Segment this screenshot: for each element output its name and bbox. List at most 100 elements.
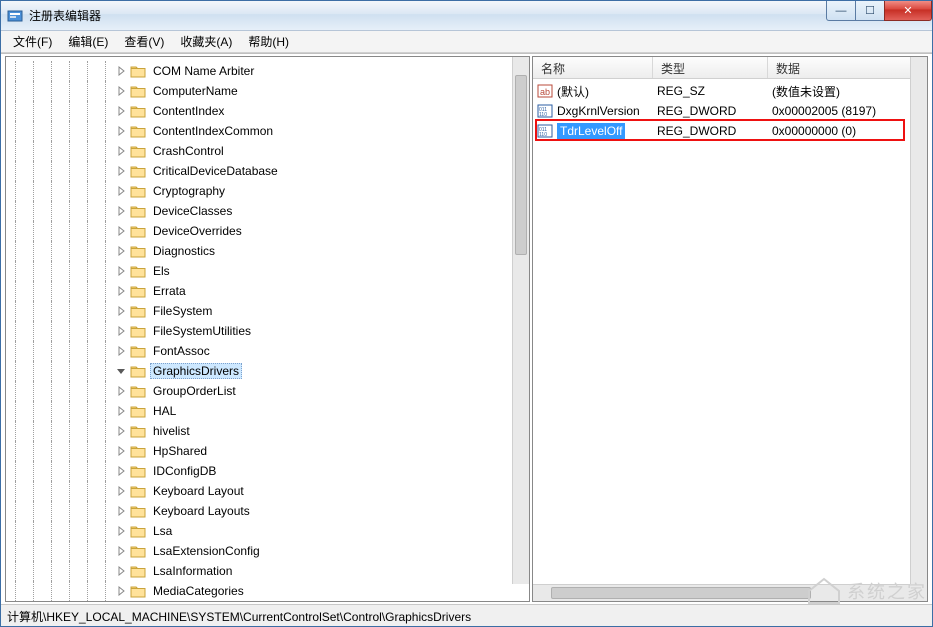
menu-file[interactable]: 文件(F) (5, 31, 60, 52)
expander-icon[interactable] (114, 184, 128, 198)
tree-node[interactable]: Keyboard Layouts (6, 501, 529, 521)
tree-node[interactable]: FileSystem (6, 301, 529, 321)
tree-node[interactable]: ComputerName (6, 81, 529, 101)
minimize-button[interactable]: — (826, 1, 856, 21)
tree-pane[interactable]: COM Name Arbiter ComputerName ContentIndex… (5, 56, 530, 602)
expander-icon[interactable] (114, 164, 128, 178)
column-header-type[interactable]: 类型 (653, 57, 768, 78)
expander-icon[interactable] (114, 504, 128, 518)
expander-icon[interactable] (114, 64, 128, 78)
value-row[interactable]: 011110DxgKrnlVersionREG_DWORD0x00002005 … (533, 101, 927, 121)
folder-icon (130, 584, 146, 598)
expander-icon[interactable] (114, 464, 128, 478)
expander-icon[interactable] (114, 384, 128, 398)
values-horizontal-scrollbar[interactable] (533, 584, 910, 601)
folder-icon (130, 564, 146, 578)
tree-node[interactable]: CrashControl (6, 141, 529, 161)
folder-icon (130, 524, 146, 538)
column-header-name[interactable]: 名称 (533, 57, 653, 78)
tree-node[interactable]: GraphicsDrivers (6, 361, 529, 381)
value-type: REG_DWORD (657, 124, 772, 138)
tree-node[interactable]: HpShared (6, 441, 529, 461)
expander-icon[interactable] (114, 144, 128, 158)
expander-icon[interactable] (114, 544, 128, 558)
value-name: DxgKrnlVersion (557, 104, 657, 118)
tree-node-label: FileSystem (150, 303, 215, 319)
menu-view[interactable]: 查看(V) (116, 31, 172, 52)
tree-node[interactable]: Cryptography (6, 181, 529, 201)
value-row[interactable]: 011110TdrLevelOffREG_DWORD0x00000000 (0) (533, 121, 927, 141)
value-type: REG_SZ (657, 84, 772, 98)
tree-node[interactable]: MediaCategories (6, 581, 529, 601)
expander-icon[interactable] (114, 444, 128, 458)
titlebar[interactable]: 注册表编辑器 — ☐ ✕ (1, 1, 932, 31)
tree-node[interactable]: COM Name Arbiter (6, 61, 529, 81)
close-button[interactable]: ✕ (884, 1, 932, 21)
tree-node[interactable]: DeviceOverrides (6, 221, 529, 241)
tree-node[interactable]: Diagnostics (6, 241, 529, 261)
expander-icon[interactable] (114, 584, 128, 598)
tree-node[interactable]: hivelist (6, 421, 529, 441)
binary-value-icon: 011110 (537, 103, 553, 119)
values-pane[interactable]: 名称 类型 数据 ab(默认)REG_SZ(数值未设置) 011110 DxgKrn… (532, 56, 928, 602)
tree-node-label: MediaCategories (150, 583, 247, 599)
tree-node[interactable]: ContentIndex (6, 101, 529, 121)
scrollbar-thumb[interactable] (515, 75, 527, 255)
expander-icon[interactable] (114, 324, 128, 338)
tree-node-label: COM Name Arbiter (150, 63, 257, 79)
svg-text:110: 110 (539, 132, 547, 138)
tree-node[interactable]: IDConfigDB (6, 461, 529, 481)
tree-node[interactable]: FontAssoc (6, 341, 529, 361)
tree-node[interactable]: GroupOrderList (6, 381, 529, 401)
column-header-data[interactable]: 数据 (768, 57, 927, 78)
expander-icon[interactable] (114, 404, 128, 418)
tree-node[interactable]: LsaExtensionConfig (6, 541, 529, 561)
expander-icon[interactable] (114, 424, 128, 438)
expander-icon[interactable] (114, 224, 128, 238)
tree-vertical-scrollbar[interactable] (512, 57, 529, 584)
window-title: 注册表编辑器 (29, 7, 101, 24)
menu-edit[interactable]: 编辑(E) (60, 31, 116, 52)
expander-icon[interactable] (114, 244, 128, 258)
folder-icon (130, 264, 146, 278)
binary-value-icon: 011110 (537, 123, 553, 139)
tree-node[interactable]: Els (6, 261, 529, 281)
tree-node[interactable]: DeviceClasses (6, 201, 529, 221)
value-data: (数值未设置) (772, 83, 927, 100)
folder-icon (130, 104, 146, 118)
expander-icon[interactable] (114, 264, 128, 278)
tree-node[interactable]: HAL (6, 401, 529, 421)
tree-node[interactable]: Errata (6, 281, 529, 301)
window-frame: 注册表编辑器 — ☐ ✕ 文件(F) 编辑(E) 查看(V) 收藏夹(A) 帮助… (0, 0, 933, 627)
folder-icon (130, 424, 146, 438)
folder-icon (130, 124, 146, 138)
expander-icon[interactable] (114, 364, 128, 378)
tree-node[interactable]: FileSystemUtilities (6, 321, 529, 341)
expander-icon[interactable] (114, 564, 128, 578)
tree-node[interactable]: CriticalDeviceDatabase (6, 161, 529, 181)
expander-icon[interactable] (114, 484, 128, 498)
values-vertical-scrollbar[interactable] (910, 57, 927, 584)
folder-icon (130, 64, 146, 78)
value-row[interactable]: ab(默认)REG_SZ(数值未设置) (533, 81, 927, 101)
expander-icon[interactable] (114, 124, 128, 138)
maximize-button[interactable]: ☐ (855, 1, 885, 21)
expander-icon[interactable] (114, 84, 128, 98)
scrollbar-thumb[interactable] (551, 587, 811, 599)
expander-icon[interactable] (114, 284, 128, 298)
expander-icon[interactable] (114, 304, 128, 318)
value-data: 0x00002005 (8197) (772, 104, 927, 118)
tree-node-label: HpShared (150, 443, 210, 459)
menu-favorites[interactable]: 收藏夹(A) (172, 31, 240, 52)
expander-icon[interactable] (114, 204, 128, 218)
folder-icon (130, 164, 146, 178)
expander-icon[interactable] (114, 524, 128, 538)
expander-icon[interactable] (114, 104, 128, 118)
tree-node[interactable]: ContentIndexCommon (6, 121, 529, 141)
menu-help[interactable]: 帮助(H) (240, 31, 297, 52)
tree-node[interactable]: Keyboard Layout (6, 481, 529, 501)
tree-node[interactable]: Lsa (6, 521, 529, 541)
tree-node[interactable]: LsaInformation (6, 561, 529, 581)
tree-node-label: ContentIndex (150, 103, 227, 119)
expander-icon[interactable] (114, 344, 128, 358)
